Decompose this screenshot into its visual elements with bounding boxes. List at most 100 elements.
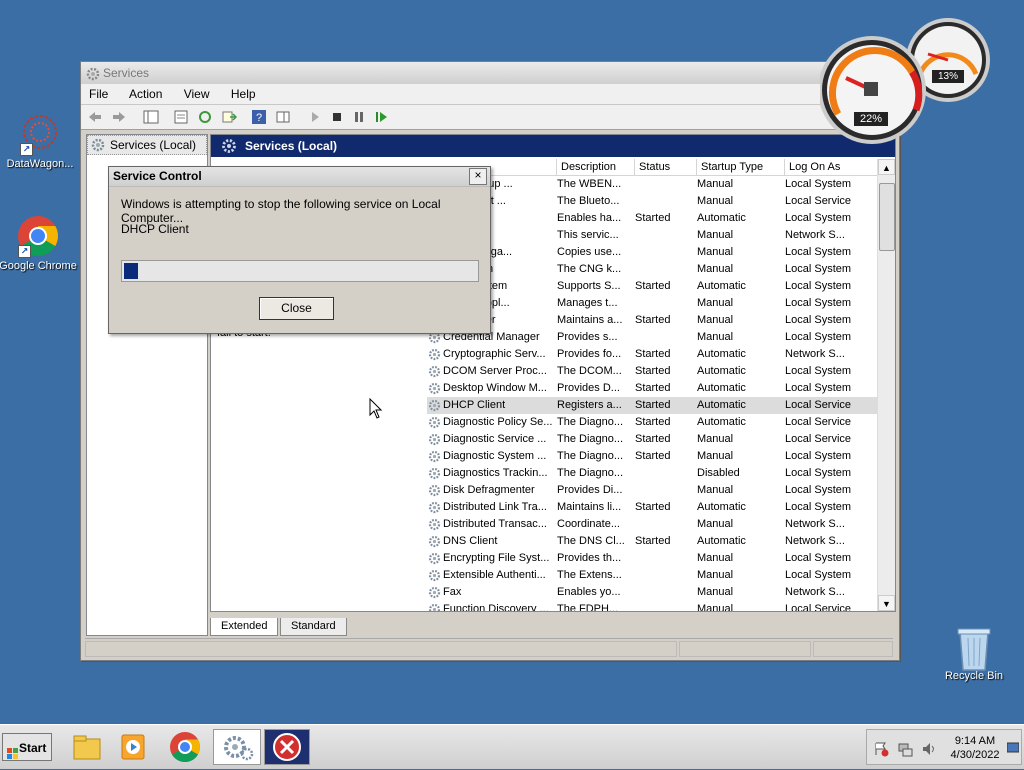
scroll-up-icon[interactable]: ▲ <box>878 159 895 175</box>
taskbar: Start 9:14 AM 4/30/2022 <box>0 724 1024 769</box>
table-row[interactable]: ...erviceEnables ha...StartedAutomaticLo… <box>427 210 879 227</box>
table-row[interactable]: Diagnostics Trackin... The Diagno... Disab… <box>427 465 879 482</box>
table-row[interactable]: Diagnostic System ... The Diagno... Starte… <box>427 448 879 465</box>
cell-desc: The Diagno... <box>557 450 624 462</box>
stop-progress-bar <box>121 260 479 282</box>
cell-logon: Local System <box>785 484 852 496</box>
cell-logon: Local System <box>785 365 852 377</box>
cell-status: Started <box>635 416 671 428</box>
scroll-down-icon[interactable]: ▼ <box>878 595 895 611</box>
explorer-icon[interactable] <box>68 729 106 765</box>
table-row[interactable]: Distributed Link Tra... Maintains li... St… <box>427 499 879 516</box>
menu-help[interactable]: Help <box>231 87 256 101</box>
cell-desc: Provides fo... <box>557 348 622 360</box>
table-row[interactable]: Extensible Authenti... The Extens... Manua… <box>427 567 879 584</box>
table-row[interactable]: DHCP Client Registers a... Started Automati… <box>427 397 879 414</box>
table-row[interactable]: DCOM Server Proc... The DCOM... Started Aut… <box>427 363 879 380</box>
column-header-status[interactable]: Status <box>635 159 697 175</box>
table-row[interactable]: ...e Propaga...Copies use...ManualLocal … <box>427 244 879 261</box>
table-row[interactable]: Disk Defragmenter Provides Di... Manual Loc… <box>427 482 879 499</box>
system-tray: 9:14 AM 4/30/2022 <box>866 729 1022 765</box>
dialog-service-name: DHCP Client <box>121 222 189 236</box>
table-row[interactable]: Distributed Transac... Coordinate... Manua… <box>427 516 879 533</box>
forward-arrow-icon[interactable] <box>111 109 127 125</box>
show-hide-icon[interactable] <box>275 109 291 125</box>
window-titlebar[interactable]: Services <box>81 62 899 84</box>
table-row[interactable]: Diagnostic Policy Se... The Diagno... Star… <box>427 414 879 431</box>
tab-standard[interactable]: Standard <box>280 618 347 636</box>
table-row[interactable]: Encrypting File Syst... Provides th... Man… <box>427 550 879 567</box>
cell-desc: Manages t... <box>557 297 618 309</box>
pause-icon[interactable] <box>351 109 367 125</box>
table-row[interactable]: ...cheThis servic...ManualNetwork S... <box>427 227 879 244</box>
scroll-thumb[interactable] <box>879 183 895 251</box>
menu-file[interactable]: File <box>89 87 108 101</box>
close-icon[interactable]: × <box>469 168 487 185</box>
table-row[interactable]: Credential Manager Provides s... Manual Loc… <box>427 329 879 346</box>
gear-icon <box>428 484 441 497</box>
table-row[interactable]: Fax Enables yo... Manual Network S... <box>427 584 879 601</box>
menu-action[interactable]: Action <box>129 87 162 101</box>
volume-icon[interactable] <box>921 741 937 760</box>
windows-logo-icon <box>7 742 19 770</box>
menu-bar: File Action View Help <box>81 84 899 105</box>
tab-extended[interactable]: Extended <box>210 618 279 636</box>
action-center-icon[interactable] <box>873 741 889 760</box>
table-row[interactable]: ... BrowserMaintains a...StartedManualLo… <box>427 312 879 329</box>
gear-icon <box>428 382 441 395</box>
cell-desc: The DNS Cl... <box>557 535 625 547</box>
column-header-startup-type[interactable]: Startup Type <box>697 159 785 175</box>
table-row[interactable]: ...stem Appl...Manages t...ManualLocal S… <box>427 295 879 312</box>
table-row[interactable]: ...IsolationThe CNG k...ManualLocal Syst… <box>427 261 879 278</box>
help-icon[interactable]: ? <box>251 109 267 125</box>
stop-icon[interactable] <box>329 109 345 125</box>
desktop-icon-label: DataWagon... <box>6 158 74 170</box>
cell-status: Started <box>635 450 671 462</box>
cell-startup: Automatic <box>697 280 746 292</box>
menu-view[interactable]: View <box>184 87 210 101</box>
export-list-icon[interactable] <box>221 109 238 125</box>
table-row[interactable]: Diagnostic Service ... The Diagno... Start… <box>427 431 879 448</box>
pane-title: Services (Local) <box>245 139 338 153</box>
column-header-description[interactable]: Description <box>557 159 635 175</box>
play-icon[interactable] <box>307 109 323 125</box>
restart-icon[interactable] <box>373 109 389 125</box>
cell-desc: The WBEN... <box>557 178 622 190</box>
desktop-icon-datawagon[interactable]: ↗ DataWagon... <box>0 112 80 170</box>
show-desktop-icon[interactable] <box>1006 742 1020 757</box>
refresh-icon[interactable] <box>197 109 213 125</box>
vertical-scrollbar[interactable]: ▲ ▼ <box>877 159 895 611</box>
close-button[interactable]: Close <box>259 297 334 320</box>
cell-logon: Network S... <box>785 229 845 241</box>
table-row[interactable]: ...ent SystemSupports S...StartedAutomat… <box>427 278 879 295</box>
table-row[interactable]: Cryptographic Serv... Provides fo... Start… <box>427 346 879 363</box>
properties-icon[interactable] <box>173 109 189 125</box>
tree-item-services-local[interactable]: Services (Local) <box>87 135 207 155</box>
status-bar <box>85 638 893 657</box>
chrome-taskbar-icon[interactable] <box>166 729 204 765</box>
error-app-taskbar-button[interactable] <box>264 729 310 765</box>
console-tree-icon[interactable] <box>143 109 159 125</box>
column-header-log-on-as[interactable]: Log On As <box>785 159 879 175</box>
desktop-icon-recycle-bin[interactable]: Recycle Bin <box>934 624 1014 682</box>
table-row[interactable]: ...el Backup ...The WBEN...ManualLocal S… <box>427 176 879 193</box>
services-taskbar-button[interactable] <box>213 729 261 765</box>
clock[interactable]: 9:14 AM 4/30/2022 <box>943 734 1007 762</box>
gear-icon <box>428 365 441 378</box>
cpu-meter-gadget[interactable]: 22% 13% <box>818 14 990 144</box>
table-row[interactable]: DNS Client The DNS Cl... Started Automatic N… <box>427 533 879 550</box>
table-row[interactable]: ... Support ...The Blueto...ManualLocal … <box>427 193 879 210</box>
table-row[interactable]: Function Discovery ... The FDPH... Manual L… <box>427 601 879 611</box>
start-button[interactable]: Start <box>2 733 52 761</box>
table-row[interactable]: Desktop Window M... Provides D... Started A… <box>427 380 879 397</box>
cell-desc: The Diagno... <box>557 467 624 479</box>
cell-name: Extensible Authenti... <box>443 569 546 581</box>
cell-startup: Manual <box>697 552 734 564</box>
cell-desc: The DCOM... <box>557 365 622 377</box>
cell-name: Diagnostic System ... <box>443 450 547 462</box>
media-player-icon[interactable] <box>114 729 152 765</box>
network-icon[interactable] <box>897 741 913 760</box>
back-arrow-icon[interactable] <box>87 109 103 125</box>
cell-logon: Network S... <box>785 586 845 598</box>
desktop-icon-chrome[interactable]: ↗ Google Chrome <box>0 214 78 272</box>
